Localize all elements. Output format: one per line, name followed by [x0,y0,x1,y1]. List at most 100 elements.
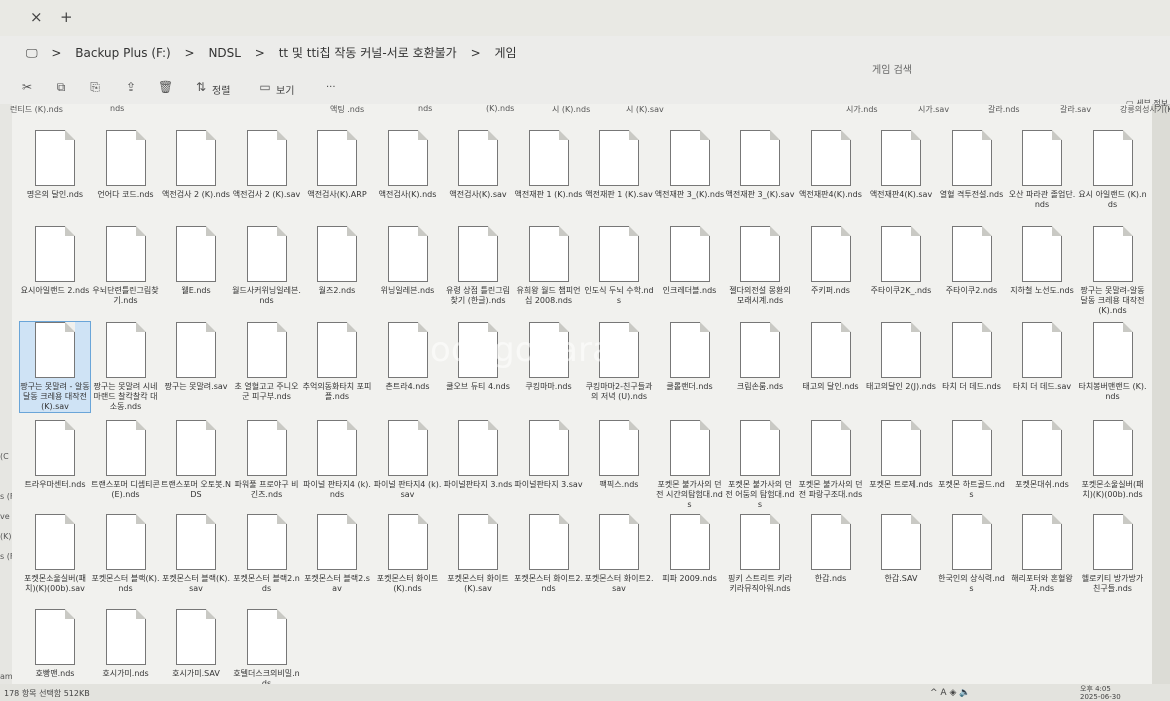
file-item[interactable]: 주타이쿠2K_.nds [866,226,936,296]
file-item[interactable]: 액전검사(K).sav [443,130,513,200]
file-item[interactable]: 파이널판타지 3.sav [514,420,584,490]
file-item[interactable]: 파이널판타지 3.nds [443,420,513,490]
file-item[interactable]: 호텔더스크의비밀.nds [232,609,302,684]
file-item[interactable]: 지하철 노선도.nds [1007,226,1077,296]
file-item[interactable]: 트랜스포머 오토봇.NDS [161,420,231,500]
file-item[interactable]: 유희왕 월드 챔피언십 2008.nds [514,226,584,306]
breadcrumb-item-game[interactable]: 게임 [494,46,516,60]
file-item[interactable]: 명은의 달인.nds [20,130,90,200]
file-item[interactable]: 초 열혈고고 주니오군 피구부.nds [232,322,302,402]
more-button[interactable]: ··· [326,82,336,93]
file-item[interactable]: 위닝일레븐.nds [373,226,443,296]
breadcrumb-item-folder[interactable]: tt 및 tti칩 작동 커널-서로 호환불가 [279,46,457,60]
file-item[interactable]: 쿨롤랜더.nds [655,322,725,392]
file-item[interactable]: 유령 상점 틀린그림찾기 (한글).nds [443,226,513,306]
file-item[interactable]: 크림손룸.nds [725,322,795,392]
file-item[interactable]: 포켓몬스터 화이트(K).nds [373,514,443,594]
file-item[interactable]: 포켓몬 불가사의 던전 어둠의 탐험대.nds [725,420,795,510]
monitor-icon[interactable]: 🖵 [26,46,38,60]
file-item[interactable]: 파이널 판타지4 (k).nds [302,420,372,500]
file-item[interactable]: 태고의 달인.nds [796,322,866,392]
file-item[interactable]: 포켓몬 불가사의 던전 파랑구조대.nds [796,420,866,500]
file-item[interactable]: 트랜스포머 디셉티콘(E).nds [91,420,161,500]
file-item[interactable]: 우뇌단련틀린그림찾기.nds [91,226,161,306]
file-item[interactable]: 인도식 두뇌 수학.nds [584,226,654,306]
file-item[interactable]: 열혈 격투전설.nds [937,130,1007,200]
file-item[interactable]: 액전검사 2 (K).nds [161,130,231,200]
file-item[interactable]: 액전재판 1 (K).nds [514,130,584,200]
file-item[interactable]: 웰E.nds [161,226,231,296]
file-item[interactable]: 짱구는 못말려 - 알동달동 크레용 대작전(K).sav [19,321,91,413]
file-item[interactable]: 포켓몬대쉬.nds [1007,420,1077,490]
file-item[interactable]: 주키퍼.nds [796,226,866,296]
clock[interactable]: 오후 4:05 2025-06-30 [1080,685,1121,701]
file-item[interactable]: 헬로키티 방가방가 친구들.nds [1078,514,1148,594]
file-item[interactable]: 파워풀 프로야구 비긴즈.nds [232,420,302,500]
file-item[interactable]: 핑키 스트리트 키라키라뮤직아워.nds [725,514,795,594]
sort-button[interactable]: 정렬 [212,82,230,97]
paste-icon[interactable]: ⎘ [88,80,102,94]
file-item[interactable]: 액전재판 3_(K).sav [725,130,795,200]
network-icon[interactable]: ◈ [949,688,956,698]
file-item[interactable]: 포켓몬스터 블랙(K).sav [161,514,231,594]
delete-icon[interactable]: 🗑 [158,80,173,94]
file-item[interactable]: 포켓몬스터 화이트2.nds [514,514,584,594]
new-tab-icon[interactable]: + [60,8,73,26]
file-item[interactable]: 한국인의 상식력.nds [937,514,1007,594]
breadcrumb-item-drive[interactable]: Backup Plus (F:) [75,46,170,60]
file-item[interactable]: 포켓몬스터 화이트(K).sav [443,514,513,594]
nav-item[interactable]: (C [0,452,9,461]
tab-close-icon[interactable]: × [30,8,43,26]
copy-icon[interactable]: ⧉ [54,80,68,94]
file-item[interactable]: 짱구는 못말려-알동달동 크레용 대작전(K).nds [1078,226,1148,316]
nav-item[interactable]: (K) [0,532,12,541]
file-item[interactable]: 언어다 코드.nds [91,130,161,200]
sort-icon[interactable]: ⇅ [194,80,208,94]
file-item[interactable]: 주타이쿠2.nds [937,226,1007,296]
file-item[interactable]: 포켓몬소울실버(패치)(K)(00b).sav [20,514,90,594]
file-item[interactable]: 오산 파라관 졸업단.nds [1007,130,1077,210]
file-item[interactable]: 호빵맨.nds [20,609,90,679]
file-item[interactable]: 월드사커위닝일레븐.nds [232,226,302,306]
view-button[interactable]: 보기 [276,82,294,97]
breadcrumb-item-ndsl[interactable]: NDSL [208,46,241,60]
file-item[interactable]: 한갑.nds [796,514,866,584]
nav-item[interactable]: am [0,672,13,681]
file-item[interactable]: 포켓몬스터 화이트2.sav [584,514,654,594]
file-item[interactable]: 액전재판4(K).nds [796,130,866,200]
file-item[interactable]: 태고의달인 2(J).nds [866,322,936,392]
file-item[interactable]: 요시아일랜드 2.nds [20,226,90,296]
file-item[interactable]: 호시가미.nds [91,609,161,679]
file-item[interactable]: 액전검사(K).ARP [302,130,372,200]
file-item[interactable]: 짱구는 못말려.sav [161,322,231,392]
file-item[interactable]: 타치봉버맨랜드 (K).nds [1078,322,1148,402]
file-item[interactable]: 액전재판 1 (K).sav [584,130,654,200]
file-item[interactable]: 액전검사 2 (K).sav [232,130,302,200]
cut-icon[interactable]: ✂ [20,80,34,94]
file-item[interactable]: 파이널 판타지4 (k).sav [373,420,443,500]
file-item[interactable]: 액전재판4(K).sav [866,130,936,200]
file-item[interactable]: 타치 더 데드.nds [937,322,1007,392]
file-item[interactable]: 포켓몬소울실버(패치)(K)(00b).nds [1078,420,1148,500]
file-item[interactable]: 짱구는 못말려 시네마랜드 찰칵찰칵 대소동.nds [91,322,161,412]
file-item[interactable]: 팩픽스.nds [584,420,654,490]
chevron-up-icon[interactable]: ^ [930,688,938,698]
file-item[interactable]: 추억의동화타치 포피플.nds [302,322,372,402]
file-item[interactable]: 포켓몬 하트골드.nds [937,420,1007,500]
file-item[interactable]: 트라우마센터.nds [20,420,90,490]
file-item[interactable]: 포켓몬스터 블랙(K).nds [91,514,161,594]
file-item[interactable]: 한갑.SAV [866,514,936,584]
file-item[interactable]: 포켓몬스터 블랙2.sav [302,514,372,594]
share-icon[interactable]: ⇪ [124,80,138,94]
file-item[interactable]: 포켓몬 불가사의 던전 시간의탐험대.nds [655,420,725,510]
volume-icon[interactable]: 🔈 [959,688,970,698]
file-item[interactable]: 요시 아일랜드 (K).nds [1078,130,1148,210]
file-item[interactable]: 월즈2.nds [302,226,372,296]
file-item[interactable]: 포켓몬스터 블랙2.nds [232,514,302,594]
file-item[interactable]: 액전검사(K).nds [373,130,443,200]
file-item[interactable]: 호시가미.SAV [161,609,231,679]
file-item[interactable]: 젤다의전설 몽환의 모래시계.nds [725,226,795,306]
file-item[interactable]: 포켓몬 트로제.nds [866,420,936,490]
file-item[interactable]: 피파 2009.nds [655,514,725,584]
file-item[interactable]: 해리포터와 혼혈왕자.nds [1007,514,1077,594]
